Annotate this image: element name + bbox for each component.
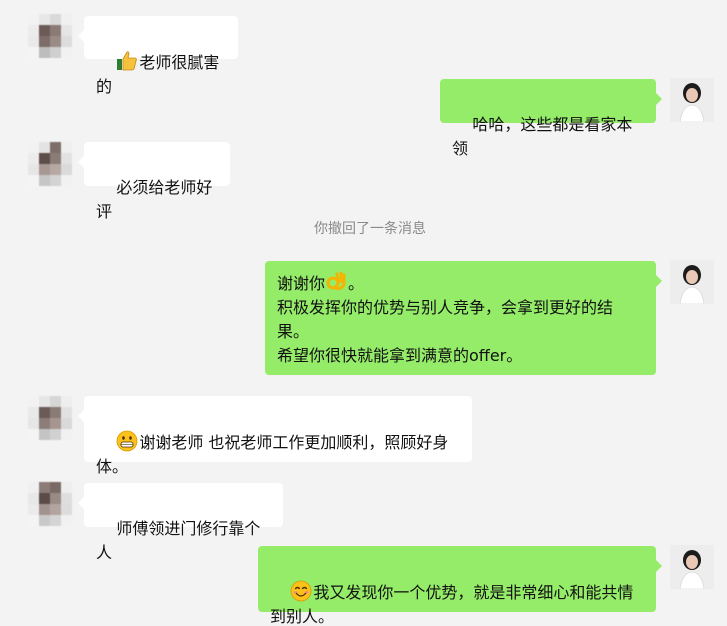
person-photo-icon (670, 78, 714, 122)
contact-avatar[interactable] (28, 14, 72, 58)
message-bubble-incoming[interactable]: 师傅领进门修行靠个人 (78, 483, 283, 562)
message-bubble-outgoing[interactable]: 谢谢你 。 积极发挥你的优势与别人竞争，会拿到更好的结果。 希望你很快就能拿到满… (265, 261, 662, 375)
chat-window: 老师很腻害的 哈哈，这些都是看家本领 必须给老师好评 你撤回了一条消息 谢谢你 … (0, 0, 727, 626)
smiling-face-icon (290, 580, 312, 602)
my-avatar[interactable] (670, 78, 714, 122)
thumbs-up-icon (117, 51, 138, 71)
contact-avatar[interactable] (28, 396, 72, 440)
message-bubble-outgoing[interactable]: 哈哈，这些都是看家本领 (440, 79, 662, 158)
message-bubble-incoming[interactable]: 谢谢老师 也祝老师工作更加顺利，照顾好身体。 (78, 396, 472, 476)
contact-avatar[interactable] (28, 142, 72, 186)
message-bubble-incoming[interactable]: 必须给老师好评 (78, 142, 230, 221)
grinning-face-icon (116, 430, 138, 452)
my-avatar[interactable] (670, 545, 714, 589)
person-photo-icon (670, 545, 714, 589)
message-bubble-outgoing[interactable]: 我又发现你一个优势，就是非常细心和能共情到别人。 (258, 546, 662, 626)
contact-avatar[interactable] (28, 482, 72, 526)
my-avatar[interactable] (670, 260, 714, 304)
message-bubble-incoming[interactable]: 老师很腻害的 (78, 16, 238, 96)
person-photo-icon (670, 260, 714, 304)
ok-hand-icon (326, 271, 346, 291)
recall-notice: 你撤回了一条消息 (314, 221, 426, 237)
